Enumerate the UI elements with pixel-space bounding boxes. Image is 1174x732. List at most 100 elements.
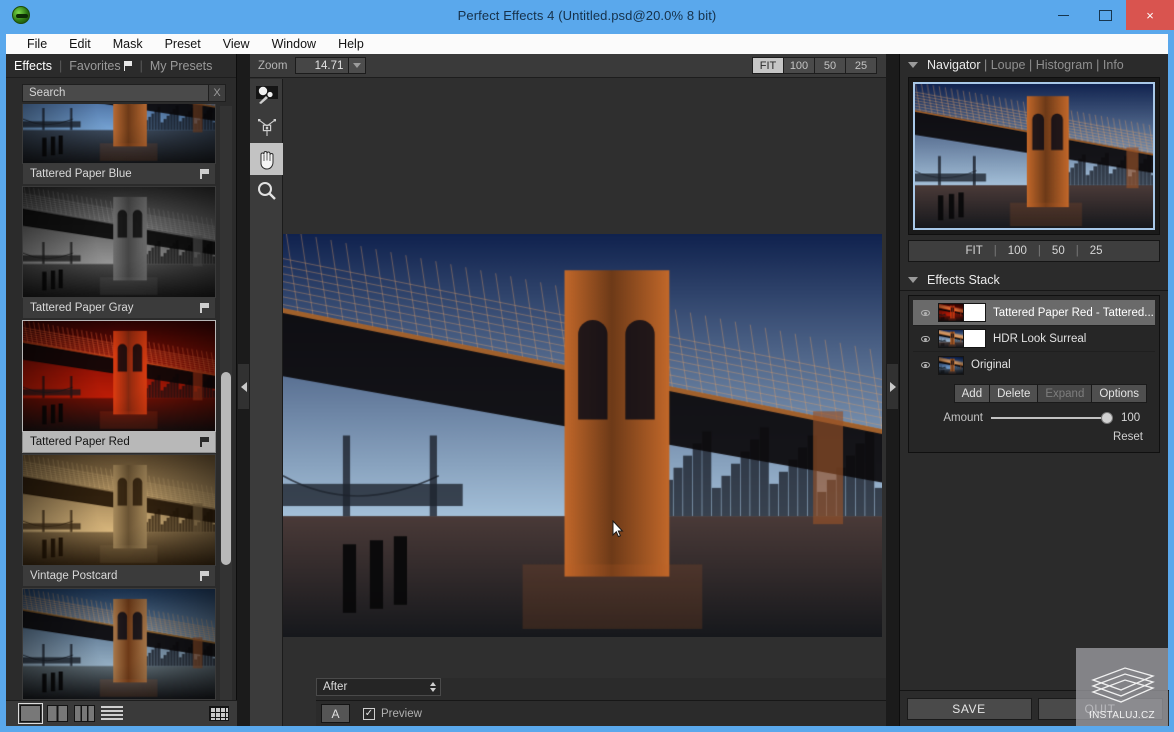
window-controls: × <box>1042 0 1174 30</box>
slider-track <box>991 417 1111 419</box>
menu-item-help[interactable]: Help <box>327 37 375 51</box>
layer-name: HDR Look Surreal <box>993 333 1086 345</box>
list-item[interactable]: Tattered Paper Gray <box>22 186 216 319</box>
list-item[interactable]: Vintage Postcard <box>22 454 216 587</box>
list-item[interactable] <box>22 588 216 700</box>
preset-thumbnail[interactable] <box>22 454 216 566</box>
left-panel-divider[interactable] <box>237 54 250 726</box>
menu-item-mask[interactable]: Mask <box>102 37 154 51</box>
flag-icon[interactable] <box>200 437 209 447</box>
preset-thumbnail[interactable] <box>22 186 216 298</box>
navigator-thumbnail[interactable] <box>914 83 1154 229</box>
expand-button: Expand <box>1037 384 1092 403</box>
collapse-right-handle[interactable] <box>887 364 898 409</box>
stacked-sheets-icon <box>1085 662 1159 710</box>
triangle-down-icon[interactable] <box>908 62 918 68</box>
close-button[interactable]: × <box>1126 0 1174 30</box>
search-input[interactable]: Search <box>22 84 209 102</box>
preview-checkbox[interactable]: ✓ <box>363 708 375 720</box>
amount-slider[interactable] <box>991 412 1111 424</box>
navigator-header: Navigator | Loupe | Histogram | Info <box>900 54 1168 76</box>
tab-loupe[interactable]: Loupe <box>991 58 1026 72</box>
eye-icon[interactable] <box>917 359 933 371</box>
zoom-preset-fit[interactable]: FIT <box>752 57 784 74</box>
compare-a-button[interactable]: A <box>321 704 350 723</box>
tab-effects[interactable]: Effects <box>14 59 52 73</box>
layer-thumbnail <box>938 329 964 348</box>
table-row[interactable]: Original <box>913 352 1155 378</box>
add-button[interactable]: Add <box>954 384 990 403</box>
nav-zoom-50[interactable]: 50 <box>1052 245 1065 257</box>
triangle-down-icon[interactable] <box>908 277 918 283</box>
save-button[interactable]: SAVE <box>907 698 1032 720</box>
amount-value[interactable]: 100 <box>1121 412 1147 424</box>
menu-item-file[interactable]: File <box>16 37 58 51</box>
navigator-preview[interactable] <box>908 77 1160 235</box>
view-mode-bar <box>6 700 237 726</box>
preset-thumbnail[interactable] <box>22 104 216 164</box>
zoom-preset-100[interactable]: 100 <box>783 57 815 74</box>
browse-grid-button[interactable] <box>209 706 229 721</box>
nav-zoom-25[interactable]: 25 <box>1090 245 1103 257</box>
nav-zoom-100[interactable]: 100 <box>1008 245 1027 257</box>
right-panel-divider[interactable] <box>886 54 899 726</box>
eye-icon[interactable] <box>917 333 933 345</box>
tab-navigator[interactable]: Navigator <box>927 58 981 72</box>
masking-brush-tool[interactable] <box>250 79 283 111</box>
magnifier-icon <box>256 180 278 202</box>
image-canvas[interactable]: After A ✓ Preview <box>283 79 886 726</box>
menu-item-view[interactable]: View <box>212 37 261 51</box>
search-row: Search X <box>6 78 236 107</box>
table-row[interactable]: Tattered Paper Red - Tattered... <box>913 300 1155 326</box>
menu-item-preset[interactable]: Preset <box>154 37 212 51</box>
minimize-button[interactable] <box>1042 0 1084 30</box>
transform-tool[interactable] <box>250 111 283 143</box>
list-item[interactable]: Tattered Paper Blue <box>22 104 216 185</box>
effects-stack-list[interactable]: Tattered Paper Red - Tattered... HDR Loo… <box>908 295 1160 453</box>
menu-item-edit[interactable]: Edit <box>58 37 102 51</box>
search-clear-button[interactable]: X <box>209 84 226 102</box>
scrollbar-thumb[interactable] <box>221 372 231 565</box>
preset-thumbnail[interactable] <box>22 320 216 432</box>
preset-label-row: Vintage Postcard <box>22 566 216 587</box>
preset-list-scrollbar[interactable] <box>220 106 232 702</box>
view-mode-one-up[interactable] <box>20 705 41 722</box>
nav-zoom-fit[interactable]: FIT <box>965 245 982 257</box>
edited-photo[interactable] <box>283 234 882 637</box>
view-mode-list[interactable] <box>101 706 123 722</box>
tab-my-presets[interactable]: My Presets <box>150 59 213 73</box>
masking-brush-icon <box>255 85 279 105</box>
before-after-select[interactable]: After <box>316 678 441 696</box>
eye-icon[interactable] <box>917 307 933 319</box>
layer-mask-thumbnail[interactable] <box>964 303 986 322</box>
tab-histogram[interactable]: Histogram <box>1036 58 1093 72</box>
list-item-selected[interactable]: Tattered Paper Red <box>22 320 216 453</box>
flag-icon[interactable] <box>200 571 209 581</box>
collapse-left-handle[interactable] <box>238 364 249 409</box>
zoom-preset-50[interactable]: 50 <box>814 57 846 74</box>
options-button[interactable]: Options <box>1091 384 1147 403</box>
slider-knob[interactable] <box>1101 412 1113 424</box>
zoom-preset-25[interactable]: 25 <box>845 57 877 74</box>
reset-button[interactable]: Reset <box>1113 431 1143 443</box>
delete-button[interactable]: Delete <box>989 384 1038 403</box>
hand-tool[interactable] <box>250 143 283 175</box>
flag-icon[interactable] <box>200 303 209 313</box>
preset-name: Tattered Paper Blue <box>30 168 132 180</box>
table-row[interactable]: HDR Look Surreal <box>913 326 1155 352</box>
maximize-button[interactable] <box>1084 0 1126 30</box>
zoom-label: Zoom <box>258 60 287 72</box>
layer-mask-thumbnail[interactable] <box>964 329 986 348</box>
preset-list[interactable]: Tattered Paper Blue Tattered Paper Gray … <box>6 104 237 704</box>
preset-thumbnail[interactable] <box>22 588 216 700</box>
zoom-input[interactable]: 14.71 <box>295 57 349 74</box>
view-mode-two-up[interactable] <box>47 705 68 722</box>
menu-item-window[interactable]: Window <box>261 37 327 51</box>
view-mode-three-up[interactable] <box>74 705 95 722</box>
tab-favorites[interactable]: Favorites <box>69 59 120 73</box>
flag-icon[interactable] <box>200 169 209 179</box>
zoom-dropdown-button[interactable] <box>349 57 366 74</box>
tab-info[interactable]: Info <box>1103 58 1124 72</box>
chevron-down-icon <box>353 63 361 68</box>
zoom-tool[interactable] <box>250 175 283 207</box>
